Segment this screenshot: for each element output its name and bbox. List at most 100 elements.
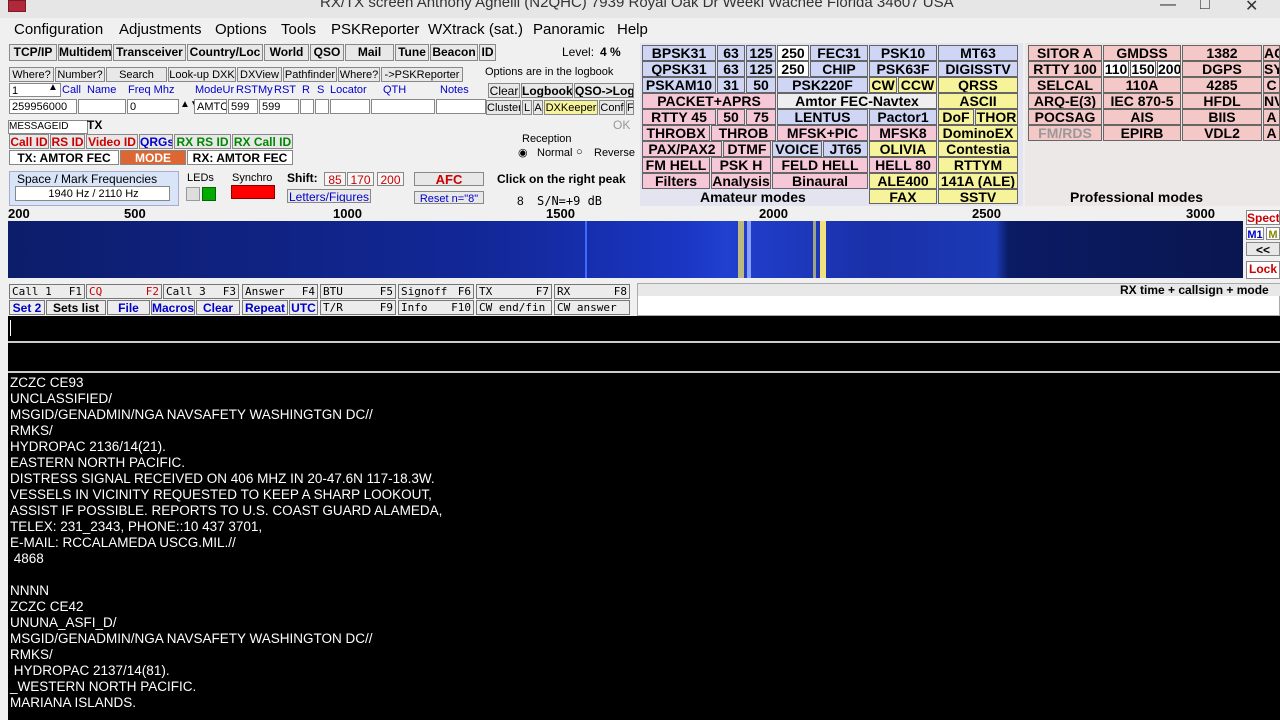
mode-fm-rds[interactable]: FM/RDS: [1028, 125, 1102, 141]
menu-configuration[interactable]: Configuration: [14, 21, 103, 38]
waterfall-display[interactable]: [8, 221, 1243, 278]
fkey-tx[interactable]: TX F7: [476, 284, 552, 299]
logbook-button[interactable]: Logbook: [521, 83, 573, 98]
mode-digisstv[interactable]: DIGISSTV: [938, 61, 1018, 77]
mode-qpsk125[interactable]: 125: [746, 61, 776, 77]
l-button[interactable]: L: [522, 100, 532, 115]
qso-log-button[interactable]: QSO->Log: [574, 83, 634, 98]
menu-adjustments[interactable]: Adjustments: [119, 21, 202, 38]
beacon-button[interactable]: Beacon: [430, 44, 478, 61]
mode-rtty150[interactable]: 150: [1130, 61, 1156, 77]
mode-sitor-a[interactable]: SITOR A: [1028, 45, 1102, 61]
mode-mfsk8[interactable]: MFSK8: [869, 125, 937, 141]
dxkeeper-button[interactable]: DXKeeper: [544, 100, 598, 115]
letters-figures-button[interactable]: Letters/Figures: [287, 189, 371, 203]
serial-field[interactable]: 259956000: [9, 99, 77, 114]
mode-sy[interactable]: SY: [1263, 61, 1280, 77]
mode-contestia[interactable]: Contestia: [938, 141, 1018, 157]
mode-pax[interactable]: PAX/PAX2: [642, 141, 722, 157]
f-button[interactable]: F: [626, 100, 634, 115]
mode-rtty50[interactable]: 50: [717, 109, 745, 125]
minimize-icon[interactable]: —: [1160, 0, 1176, 14]
mode-bpsk250[interactable]: 250: [777, 45, 809, 61]
repeat-button[interactable]: Repeat: [242, 300, 288, 315]
macros-button[interactable]: Macros: [151, 300, 195, 315]
mode-nv[interactable]: NV: [1263, 93, 1280, 109]
mode-dtmf[interactable]: DTMF: [723, 141, 771, 157]
mode-bpsk31[interactable]: BPSK31: [642, 45, 716, 61]
mode-qrss[interactable]: QRSS: [938, 77, 1018, 93]
rx-rs-id-button[interactable]: RX RS ID: [174, 134, 231, 149]
country-loc-button[interactable]: Country/Loc: [187, 44, 263, 61]
qso-button[interactable]: QSO: [310, 44, 344, 61]
menu-help[interactable]: Help: [617, 21, 648, 38]
mail-button[interactable]: Mail: [345, 44, 394, 61]
close-icon[interactable]: ✕: [1245, 0, 1258, 16]
pathfinder-button[interactable]: Pathfinder: [283, 67, 337, 82]
mode-rtty100[interactable]: RTTY 100: [1028, 61, 1102, 77]
maximize-icon[interactable]: □: [1200, 0, 1210, 14]
where-2-button[interactable]: Where?: [338, 67, 380, 82]
mode-psk63f[interactable]: PSK63F: [869, 61, 937, 77]
mode-arq-e3[interactable]: ARQ-E(3): [1028, 93, 1102, 109]
mode-iec870[interactable]: IEC 870-5: [1103, 93, 1181, 109]
rx-console[interactable]: ZCZC CE93 UNCLASSIFIED/ MSGID/GENADMIN/N…: [8, 373, 1280, 720]
menu-wxtrack[interactable]: WXtrack (sat.): [428, 21, 523, 38]
mode-fm-hell[interactable]: FM HELL: [642, 157, 710, 173]
mode-voice[interactable]: VOICE: [772, 141, 822, 157]
freq-field[interactable]: 0: [127, 99, 179, 114]
mode-button[interactable]: MODE: [120, 150, 186, 165]
mode-mfsk-pic[interactable]: MFSK+PIC: [777, 125, 868, 141]
utc-button[interactable]: UTC: [289, 300, 318, 315]
radio-normal-icon[interactable]: ◉: [518, 146, 528, 159]
tx-input[interactable]: [8, 316, 1280, 343]
binaural-button[interactable]: Binaural: [772, 173, 868, 189]
menu-panoramic[interactable]: Panoramic: [533, 21, 605, 38]
mode-rtty200[interactable]: 200: [1157, 61, 1181, 77]
mode-rtty45[interactable]: RTTY 45: [642, 109, 716, 125]
mode-a[interactable]: A: [1263, 109, 1280, 125]
fkey-info[interactable]: Info F10: [398, 300, 474, 315]
mode-vdl2[interactable]: VDL2: [1182, 125, 1262, 141]
id-button[interactable]: ID: [479, 44, 496, 61]
tune-button[interactable]: Tune: [395, 44, 429, 61]
tx-buffer[interactable]: [8, 343, 1280, 373]
rst-my-field[interactable]: 599: [259, 99, 299, 114]
mode-fax[interactable]: FAX: [869, 189, 937, 204]
mode-dof[interactable]: DoF: [938, 109, 974, 125]
lock-button[interactable]: Lock: [1246, 261, 1280, 279]
mode-rtty75[interactable]: 75: [746, 109, 776, 125]
fkey-rx[interactable]: RX F8: [554, 284, 630, 299]
fkey-btu[interactable]: BTU F5: [320, 284, 396, 299]
dxview-button[interactable]: DXView: [237, 67, 282, 82]
filters-button[interactable]: Filters: [642, 173, 710, 189]
tx-tab[interactable]: TX: [87, 118, 102, 132]
mode-psk-h[interactable]: PSK H: [711, 157, 771, 173]
mode-hfdl[interactable]: HFDL: [1182, 93, 1262, 109]
fkey-call3[interactable]: Call 3 F3: [163, 284, 239, 299]
notes-field[interactable]: [436, 99, 486, 114]
fkey-cw-answer[interactable]: CW answer: [554, 300, 630, 315]
mode-ccw[interactable]: CCW: [898, 77, 937, 93]
mode-jt65[interactable]: JT65: [823, 141, 868, 157]
rx-call-id-button[interactable]: RX Call ID: [232, 134, 293, 149]
mode-feld-hell[interactable]: FELD HELL: [772, 157, 868, 173]
mode-fec31[interactable]: FEC31: [810, 45, 868, 61]
mode-pskam10[interactable]: PSKAM10: [642, 77, 716, 93]
cluster-button[interactable]: Cluster: [486, 100, 521, 115]
mode-bpsk125[interactable]: 125: [746, 45, 776, 61]
mode-chip[interactable]: CHIP: [810, 61, 868, 77]
mode-biis[interactable]: BIIS: [1182, 109, 1262, 125]
fkey-cq[interactable]: CQ F2: [86, 284, 162, 299]
set2-button[interactable]: Set 2: [9, 300, 45, 315]
qth-field[interactable]: [371, 99, 435, 114]
mode-packet-aprs[interactable]: PACKET+APRS: [642, 93, 776, 109]
m2-button[interactable]: M: [1266, 227, 1280, 240]
mode-141a-ale[interactable]: 141A (ALE): [938, 173, 1018, 189]
mode-qpsk250[interactable]: 250: [777, 61, 809, 77]
shift-200-button[interactable]: 200: [377, 172, 404, 186]
fkey-cw-end[interactable]: CW end/fin: [476, 300, 552, 315]
mode-sstv[interactable]: SSTV: [938, 189, 1018, 204]
mode-ascii[interactable]: ASCII: [938, 93, 1018, 109]
mode-qpsk63[interactable]: 63: [717, 61, 745, 77]
